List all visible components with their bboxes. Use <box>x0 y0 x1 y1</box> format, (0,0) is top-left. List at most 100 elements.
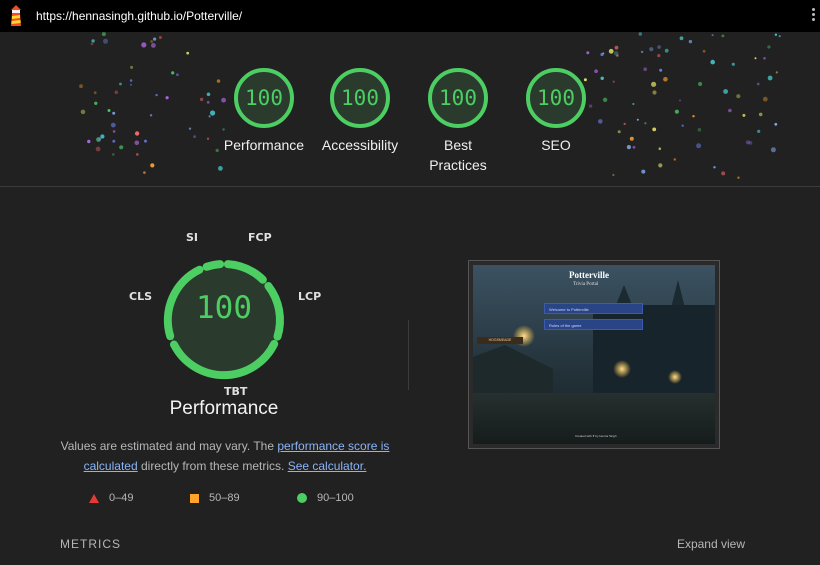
legend-fail: 0–49 <box>89 492 133 504</box>
section-divider <box>408 320 409 390</box>
confetti-dot <box>626 145 632 150</box>
see-calculator-link[interactable]: See calculator. <box>288 459 367 473</box>
confetti-dot <box>112 111 116 115</box>
legend-average: 50–89 <box>190 492 240 504</box>
confetti-dot <box>636 118 639 121</box>
confetti-dot <box>129 79 133 82</box>
confetti-dot <box>673 158 676 161</box>
confetti-dot <box>101 32 106 37</box>
confetti-dot <box>614 45 619 50</box>
confetti-dot <box>723 89 728 94</box>
confetti-dot <box>770 147 776 153</box>
gauge-label: Best Practices <box>429 137 487 173</box>
header-divider <box>0 186 820 187</box>
confetti-dot <box>87 139 91 144</box>
confetti-dot <box>613 51 619 56</box>
confetti-dot <box>171 71 175 75</box>
confetti-dot <box>692 115 695 118</box>
confetti-dot <box>193 135 197 138</box>
confetti-dot <box>644 122 647 125</box>
confetti-dot <box>649 47 654 52</box>
confetti-dot <box>136 153 139 156</box>
confetti-dot <box>721 34 725 38</box>
gauge-score: 100 <box>341 86 379 110</box>
metric-cls-label: CLS <box>129 290 153 303</box>
confetti-dot <box>774 33 778 36</box>
screenshot-button: Welcome to Potterville <box>544 303 643 314</box>
performance-score: 100 <box>196 290 252 326</box>
confetti-dot <box>762 96 768 102</box>
gauge-label: Accessibility <box>321 137 399 153</box>
confetti-dot <box>756 82 760 86</box>
expand-view-toggle[interactable]: Expand view <box>677 537 745 551</box>
confetti-dot <box>711 34 714 37</box>
legend-range: 0–49 <box>109 492 134 504</box>
confetti-dot <box>663 77 668 82</box>
confetti-dot <box>643 67 647 71</box>
confetti-dot <box>93 91 97 95</box>
gauge-best-practices[interactable]: 100 Best Practices <box>410 66 506 175</box>
gauge-seo[interactable]: 100 SEO <box>508 66 604 155</box>
confetti-dot <box>623 122 626 126</box>
description-middle: directly from these metrics. <box>137 459 288 473</box>
confetti-dot <box>130 65 134 69</box>
confetti-dot <box>134 140 140 146</box>
confetti-dot <box>754 57 757 60</box>
confetti-dot <box>158 36 162 39</box>
confetti-dot <box>767 75 773 81</box>
confetti-dot <box>758 112 763 117</box>
browser-bar: https://hennasingh.github.io/Potterville… <box>0 0 820 32</box>
confetti-dot <box>697 128 702 132</box>
performance-title: Performance <box>169 398 279 419</box>
legend-range: 90–100 <box>317 492 354 504</box>
confetti-dot <box>586 51 590 55</box>
score-header: 100 Performance 100 Accessibility 100 Be… <box>0 32 820 186</box>
description-prefix: Values are estimated and may vary. The <box>60 439 278 453</box>
confetti-dot <box>151 43 156 48</box>
gauge-accessibility[interactable]: 100 Accessibility <box>312 66 408 155</box>
pass-circle-icon <box>297 493 307 503</box>
confetti-dot <box>206 100 210 104</box>
kebab-menu-icon[interactable] <box>810 6 816 26</box>
gauge-score: 100 <box>439 86 477 110</box>
confetti-dot <box>119 82 122 86</box>
confetti-dot <box>778 35 781 38</box>
metric-si-label: SI <box>186 231 199 244</box>
lighthouse-icon <box>11 5 21 26</box>
confetti-dot <box>112 153 115 156</box>
confetti-dot <box>736 94 741 99</box>
confetti-dot <box>657 45 661 49</box>
gauge-performance[interactable]: 100 Performance <box>216 66 312 155</box>
confetti-dot <box>632 102 635 106</box>
confetti-dot <box>698 82 703 86</box>
confetti-dot <box>95 146 101 152</box>
confetti-dot <box>702 49 706 53</box>
confetti-dot <box>721 171 726 176</box>
confetti-dot <box>745 140 751 145</box>
confetti-dot <box>143 171 146 174</box>
confetti-dot <box>112 139 116 143</box>
confetti-dot <box>165 96 169 100</box>
confetti-dot <box>638 32 642 36</box>
confetti-dot <box>206 137 210 140</box>
confetti-dot <box>664 48 669 53</box>
confetti-dot <box>206 92 211 97</box>
lamp-light <box>668 370 682 384</box>
average-square-icon <box>190 493 199 503</box>
confetti-dot <box>679 36 684 41</box>
page-url[interactable]: https://hennasingh.github.io/Potterville… <box>36 9 242 23</box>
confetti-dot <box>150 163 155 168</box>
confetti-dot <box>757 129 761 133</box>
final-screenshot[interactable]: Potterville Trivia Portal Welcome to Pot… <box>468 260 720 449</box>
confetti-dot <box>713 166 716 169</box>
confetti-dot <box>602 52 605 55</box>
confetti-dot <box>176 73 179 76</box>
confetti-dot <box>91 39 95 43</box>
confetti-dot <box>767 45 771 49</box>
performance-description: Values are estimated and may vary. The p… <box>50 436 400 476</box>
confetti-dot <box>774 122 778 126</box>
confetti-dot <box>612 80 615 83</box>
confetti-dot <box>97 137 102 141</box>
confetti-dot <box>681 124 684 127</box>
confetti-dot <box>763 57 766 60</box>
